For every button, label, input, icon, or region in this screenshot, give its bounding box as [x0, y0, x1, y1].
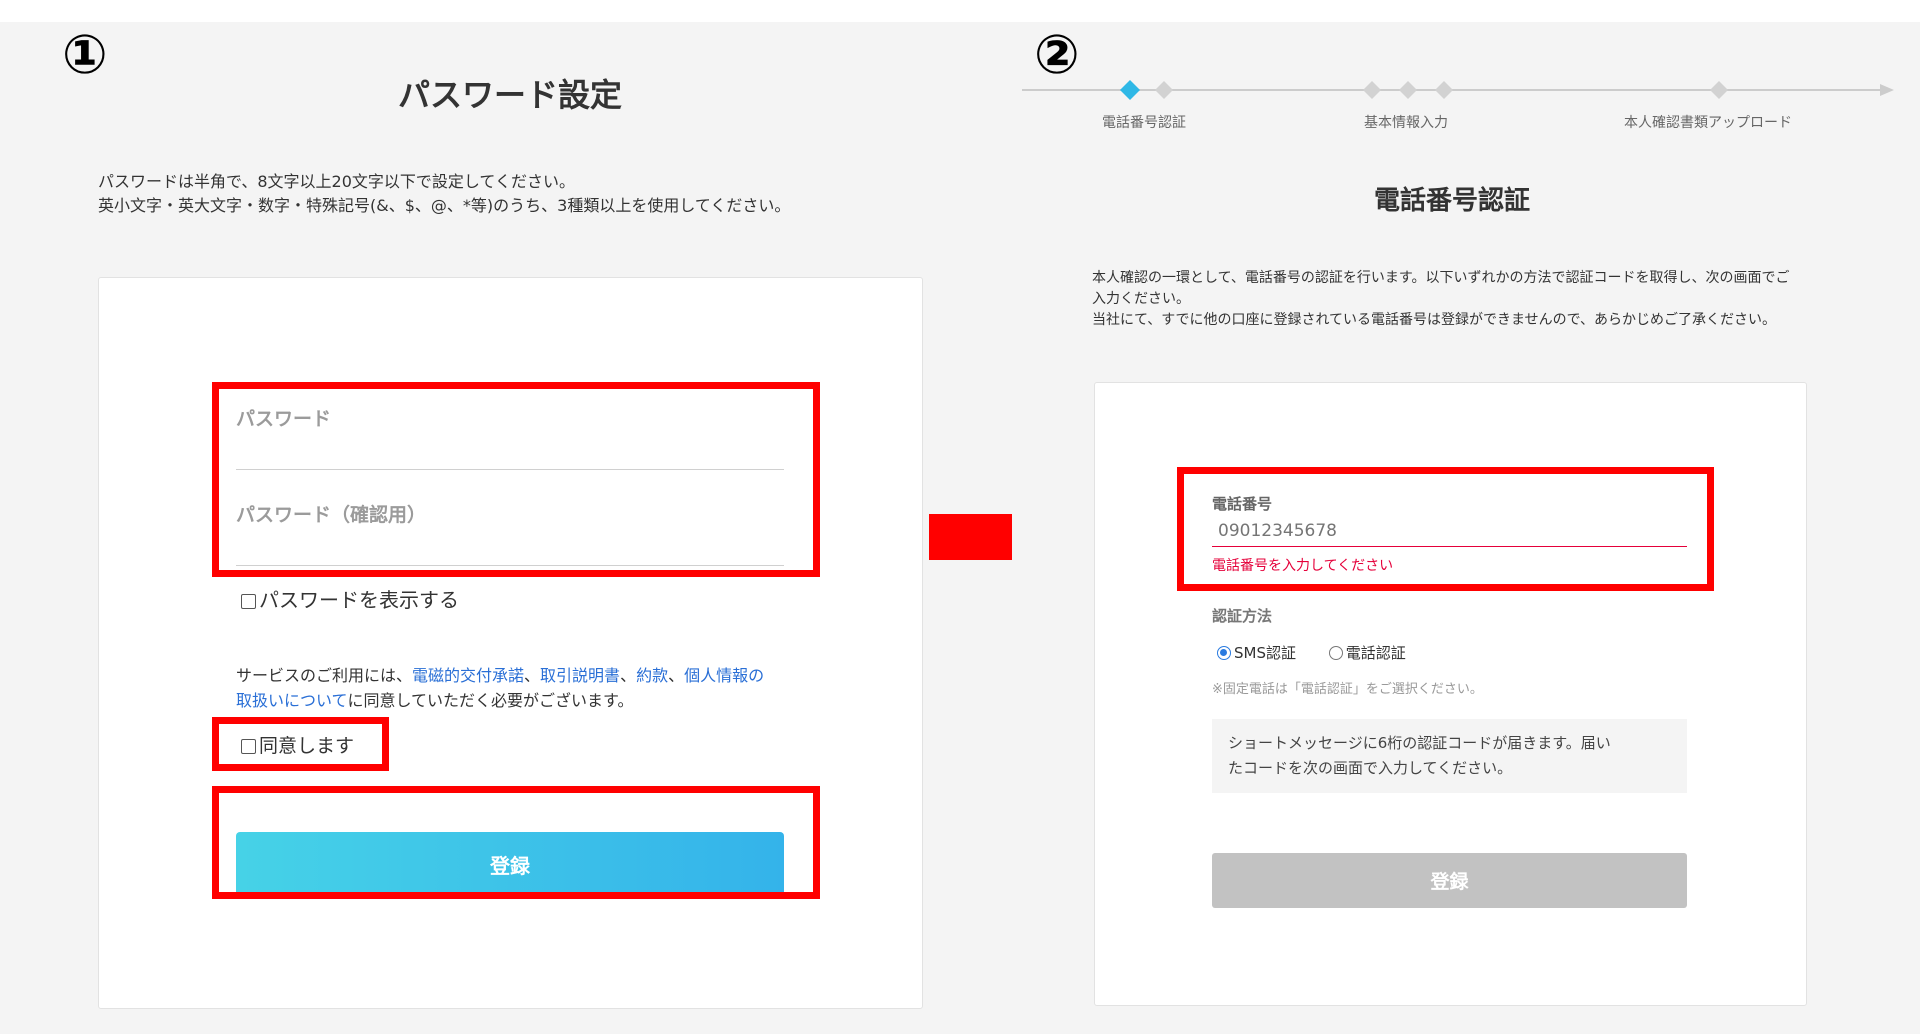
- phone-verification-description: 本人確認の一環として、電話番号の認証を行います。以下いずれかの方法で認証コードを…: [1092, 268, 1789, 331]
- show-password-row[interactable]: パスワードを表示する: [241, 584, 459, 613]
- show-password-label: パスワードを表示する: [259, 588, 459, 612]
- terms-text: サービスのご利用には、電磁的交付承諾、取引説明書、約款、個人情報の 取扱いについて…: [236, 663, 796, 713]
- sms-info-box: ショートメッセージに6桁の認証コードが届きます。届い たコードを次の画面で入力し…: [1212, 719, 1687, 793]
- description-line: 英小文字・英大文字・数字・特殊記号(&、$、@、*等)のうち、3種類以上を使用し…: [98, 196, 791, 215]
- info-line: ショートメッセージに6桁の認証コードが届きます。届い: [1228, 734, 1611, 752]
- page-title: パスワード設定: [397, 76, 622, 114]
- description-line: 本人確認の一環として、電話番号の認証を行います。以下いずれかの方法で認証コードを…: [1092, 270, 1790, 286]
- link-electronic-delivery[interactable]: 電磁的交付承諾: [412, 666, 524, 685]
- description-line: 当社にて、すでに他の口座に登録されている電話番号は登録ができませんので、あらかじ…: [1092, 312, 1777, 328]
- highlight-register-button: [212, 786, 820, 899]
- progress-stepper: [1022, 80, 1894, 100]
- terms-prefix: サービスのご利用には、: [236, 666, 413, 685]
- highlight-password-fields: [212, 382, 820, 577]
- progress-step-label-3: 本人確認書類アップロード: [1624, 115, 1792, 131]
- method-options: SMS認証 電話認証: [1217, 642, 1406, 663]
- progress-step-label-2: 基本情報入力: [1364, 115, 1448, 131]
- phone-verification-title: 電話番号認証: [1373, 186, 1530, 216]
- radio-sms[interactable]: SMS認証: [1217, 644, 1296, 662]
- highlight-agree-checkbox: [212, 717, 389, 771]
- show-password-checkbox[interactable]: [241, 594, 256, 609]
- progress-step-marker-2: [1363, 81, 1453, 99]
- info-line: たコードを次の画面で入力してください。: [1228, 759, 1513, 777]
- terms-suffix: に同意していただく必要がございます。: [347, 691, 634, 710]
- radio-phone-button[interactable]: [1328, 646, 1343, 660]
- radio-phone[interactable]: 電話認証: [1328, 644, 1406, 662]
- link-privacy-1[interactable]: 個人情報の: [684, 666, 764, 685]
- landline-note: ※固定電話は「電話認証」をご選択ください。: [1212, 682, 1483, 697]
- progress-step-marker-3: [1710, 81, 1728, 99]
- radio-sms-label: SMS認証: [1234, 644, 1296, 662]
- link-trading-manual[interactable]: 取引説明書: [540, 666, 620, 685]
- progress-step-label-1: 電話番号認証: [1102, 115, 1186, 131]
- terms-separator: 、: [524, 666, 541, 685]
- phone-register-button[interactable]: 登録: [1212, 853, 1687, 908]
- terms-separator: 、: [668, 666, 685, 685]
- link-privacy-2[interactable]: 取扱いについて: [236, 691, 348, 710]
- method-label: 認証方法: [1212, 607, 1273, 625]
- description-line: パスワードは半角で、8文字以上20文字以下で設定してください。: [98, 172, 575, 191]
- highlight-phone-field: [1177, 467, 1714, 591]
- description-line: 入力ください。: [1092, 291, 1190, 307]
- terms-separator: 、: [620, 666, 637, 685]
- password-description: パスワードは半角で、8文字以上20文字以下で設定してください。 英小文字・英大文…: [98, 170, 790, 218]
- radio-sms-button[interactable]: [1217, 646, 1231, 660]
- link-terms[interactable]: 約款: [636, 666, 668, 685]
- radio-phone-label: 電話認証: [1345, 644, 1406, 662]
